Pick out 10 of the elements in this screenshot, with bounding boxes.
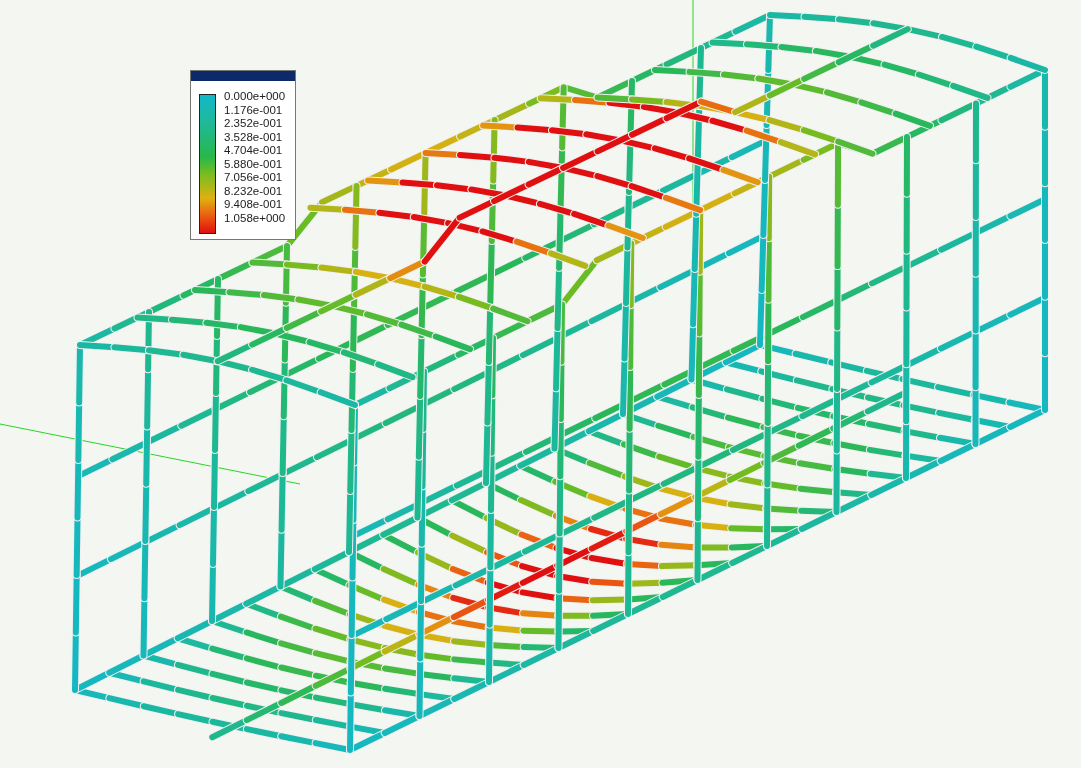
legend-value: 4.704e-001 [224, 144, 284, 158]
legend-value: 8.232e-001 [224, 184, 284, 198]
legend-value: 0.000e+000 [224, 90, 286, 104]
legend-value: 3.528e-001 [224, 130, 284, 144]
legend-value: 9.408e-001 [224, 198, 284, 212]
legend-value: 5.880e-001 [224, 157, 284, 171]
legend-value: 2.352e-001 [224, 117, 284, 131]
legend-value: 1.058e+000 [224, 211, 286, 225]
legend-value: 7.056e-001 [224, 171, 284, 185]
legend-value: 1.176e-001 [224, 103, 284, 117]
